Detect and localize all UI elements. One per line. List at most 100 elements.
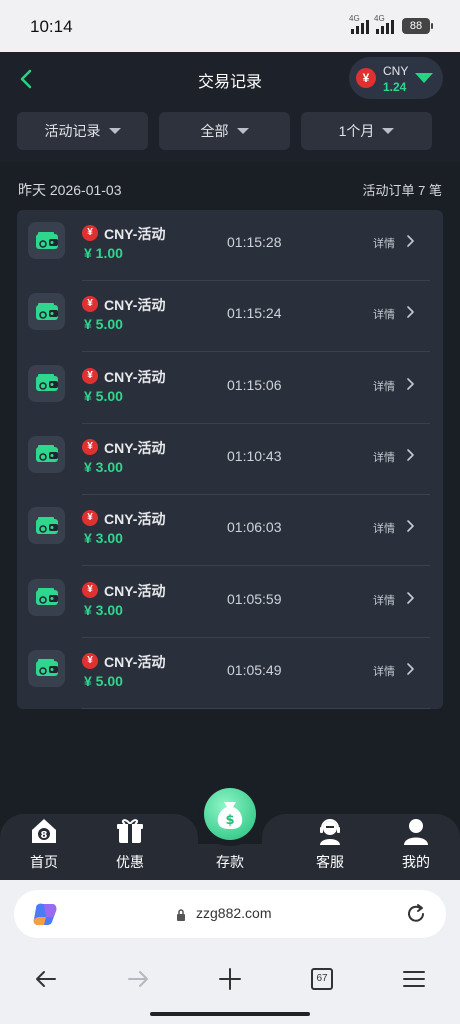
record-row[interactable]: ¥ CNY-活动 ¥ 1.00 01:15:28 详情 bbox=[17, 210, 443, 281]
svg-text:$: $ bbox=[225, 813, 234, 828]
yuan-coin-icon: ¥ bbox=[82, 225, 98, 241]
home-icon: 8 bbox=[32, 819, 56, 843]
currency-balance: 1.24 bbox=[383, 80, 407, 94]
chevron-right-icon bbox=[407, 520, 414, 532]
nav-deposit-label: 存款 bbox=[216, 854, 244, 870]
home-indicator bbox=[150, 1012, 310, 1016]
wallet-icon bbox=[28, 222, 65, 259]
caret-down-icon bbox=[236, 128, 249, 134]
signal-icon-2: 4G bbox=[374, 14, 398, 34]
record-name: CNY-活动 bbox=[104, 582, 166, 599]
record-amount: ¥ 5.00 bbox=[84, 387, 123, 404]
filter-period[interactable]: 1个月 bbox=[301, 112, 432, 150]
currency-code: CNY bbox=[383, 64, 409, 78]
filter-bar: 活动记录 全部 1个月 bbox=[0, 104, 460, 162]
filter-record-type[interactable]: 活动记录 bbox=[17, 112, 148, 150]
caret-down-icon bbox=[382, 128, 395, 134]
record-time: 01:15:06 bbox=[227, 376, 282, 393]
record-detail-link[interactable]: 详情 bbox=[373, 449, 395, 465]
chevron-right-icon bbox=[407, 235, 414, 247]
money-bag-icon: $ bbox=[217, 802, 243, 829]
chevron-right-icon bbox=[407, 591, 414, 604]
tabs-button[interactable]: 67 bbox=[307, 964, 337, 994]
signal-icon: 4G bbox=[349, 14, 373, 34]
currency-selector[interactable]: ¥ CNY 1.24 bbox=[349, 57, 443, 99]
row-divider bbox=[82, 707, 430, 709]
wallet-icon bbox=[28, 435, 65, 473]
record-detail-link[interactable]: 详情 bbox=[373, 663, 395, 679]
record-amount: ¥ 3.00 bbox=[84, 530, 123, 547]
status-time: 10:14 bbox=[30, 17, 73, 36]
record-detail-link[interactable]: 详情 bbox=[373, 592, 395, 608]
records-list: ¥ CNY-活动 ¥ 1.00 01:15:28 详情 ¥ CNY-活动 ¥ 5.00 01:1… bbox=[17, 210, 443, 709]
tabs-icon: 67 bbox=[311, 968, 333, 990]
record-detail-link[interactable]: 详情 bbox=[373, 235, 395, 251]
record-amount: ¥ 3.00 bbox=[84, 601, 123, 618]
chevron-right-icon bbox=[407, 662, 414, 675]
record-name: CNY-活动 bbox=[104, 297, 166, 314]
record-time: 01:06:03 bbox=[227, 519, 282, 536]
back-arrow-icon[interactable] bbox=[31, 964, 61, 994]
yuan-coin-icon: ¥ bbox=[82, 510, 98, 527]
record-row[interactable]: ¥ CNY-活动 ¥ 5.00 01:15:06 详情 bbox=[17, 353, 443, 424]
svg-text:8: 8 bbox=[41, 830, 48, 841]
record-name: CNY-活动 bbox=[104, 653, 166, 670]
record-name: CNY-活动 bbox=[104, 511, 166, 528]
record-row[interactable]: ¥ CNY-活动 ¥ 5.00 01:15:24 详情 bbox=[17, 281, 443, 353]
battery-icon: 88 bbox=[402, 18, 433, 34]
nav-support[interactable]: 客服 bbox=[298, 816, 362, 878]
order-count: 活动订单 7 笔 bbox=[362, 183, 442, 198]
address-bar[interactable]: zzg882.com bbox=[14, 890, 446, 938]
record-row[interactable]: ¥ CNY-活动 ¥ 5.00 01:05:49 详情 bbox=[17, 638, 443, 709]
yuan-coin-icon: ¥ bbox=[82, 367, 98, 384]
record-name: CNY-活动 bbox=[104, 226, 166, 242]
dropdown-triangle-icon bbox=[415, 73, 433, 83]
record-name: CNY-活动 bbox=[104, 368, 166, 385]
forward-arrow-icon[interactable] bbox=[123, 964, 153, 994]
yuan-coin-icon: ¥ bbox=[82, 581, 98, 598]
app-header: 交易记录 ¥ CNY 1.24 bbox=[0, 52, 460, 104]
browser-bar: zzg882.com 67 bbox=[0, 880, 460, 1024]
lock-icon bbox=[177, 909, 185, 921]
record-time: 01:05:59 bbox=[227, 590, 282, 607]
bottom-nav: 8 首页 优惠 $ 存款 客服 我的 bbox=[0, 782, 460, 880]
status-bar: 10:14 4G 4G 88 bbox=[0, 0, 460, 52]
filter-status[interactable]: 全部 bbox=[159, 112, 290, 150]
record-amount: ¥ 5.00 bbox=[84, 316, 123, 333]
record-detail-link[interactable]: 详情 bbox=[373, 378, 395, 394]
gift-icon bbox=[117, 819, 143, 843]
menu-icon[interactable] bbox=[399, 964, 429, 994]
record-time: 01:10:43 bbox=[227, 447, 282, 464]
caret-down-icon bbox=[108, 128, 121, 134]
wallet-icon bbox=[28, 364, 65, 402]
record-row[interactable]: ¥ CNY-活动 ¥ 3.00 01:10:43 详情 bbox=[17, 424, 443, 495]
record-row[interactable]: ¥ CNY-活动 ¥ 3.00 01:06:03 详情 bbox=[17, 495, 443, 567]
url-text: zzg882.com bbox=[196, 905, 272, 921]
record-amount: ¥ 1.00 bbox=[84, 245, 123, 261]
wallet-icon bbox=[28, 578, 65, 616]
yuan-coin-icon: ¥ bbox=[82, 652, 98, 669]
yuan-coin-icon: ¥ bbox=[82, 438, 98, 455]
deposit-button[interactable]: $ bbox=[198, 782, 262, 846]
yuan-coin-icon: ¥ bbox=[356, 68, 376, 88]
nav-profile[interactable]: 我的 bbox=[384, 816, 448, 878]
new-tab-icon[interactable] bbox=[215, 964, 245, 994]
nav-promotions[interactable]: 优惠 bbox=[98, 816, 162, 878]
record-time: 01:15:24 bbox=[227, 305, 282, 322]
record-name: CNY-活动 bbox=[104, 439, 166, 456]
wallet-icon bbox=[28, 293, 65, 331]
nav-home[interactable]: 8 首页 bbox=[12, 816, 76, 878]
chevron-right-icon bbox=[407, 377, 414, 390]
record-amount: ¥ 5.00 bbox=[84, 672, 123, 689]
copilot-logo-icon bbox=[33, 903, 57, 925]
wallet-icon bbox=[28, 507, 65, 545]
user-icon bbox=[404, 819, 428, 845]
record-row[interactable]: ¥ CNY-活动 ¥ 3.00 01:05:59 详情 bbox=[17, 567, 443, 638]
yuan-coin-icon: ¥ bbox=[82, 296, 98, 313]
record-detail-link[interactable]: 详情 bbox=[373, 306, 395, 322]
reload-icon[interactable] bbox=[404, 902, 428, 926]
chevron-right-icon bbox=[407, 449, 414, 461]
chevron-right-icon bbox=[407, 306, 414, 319]
record-time: 01:05:49 bbox=[227, 661, 282, 678]
record-detail-link[interactable]: 详情 bbox=[373, 520, 395, 536]
